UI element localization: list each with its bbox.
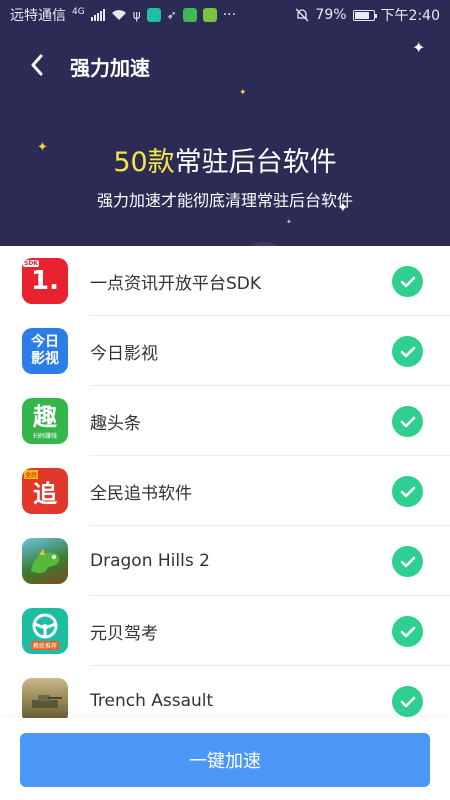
zhuishu-icon: 追 全民 (22, 468, 68, 514)
usb-icon: ψ (132, 8, 141, 22)
checkmark-icon[interactable] (392, 406, 423, 437)
carrier-name: 远特通信 (10, 8, 66, 24)
yidian-icon-glyph: 1. (31, 266, 59, 296)
game-notification-icon (182, 8, 197, 22)
list-item[interactable]: 教练推荐 元贝驾考 (0, 596, 450, 666)
jinri-icon-line1: 今日 (31, 334, 59, 350)
list-item[interactable]: 今日 影视 今日影视 (0, 316, 450, 386)
background-app-count: 50款 (113, 147, 175, 178)
trench-assault-icon (22, 678, 68, 720)
star-decoration-icon: ✦ (286, 218, 292, 226)
star-decoration-icon: ✦ (239, 88, 247, 98)
dragon-hills-icon (22, 538, 68, 584)
header-banner: 强力加速 ✦ ✦ ✦ ✦ ✦ 50款常驻后台软件 强力加速才能彻底清理常驻后台软… (0, 30, 450, 246)
app-name: 趣头条 (90, 413, 141, 434)
list-item[interactable]: 追 全民 全民追书软件 (0, 456, 450, 526)
mute-icon (295, 8, 309, 22)
yidian-icon: 1. SDK (22, 258, 68, 304)
tank-icon (32, 695, 62, 708)
qutoutiao-icon: 趣 扫码赚钱 (22, 398, 68, 444)
back-button[interactable] (22, 50, 52, 80)
jinri-icon-line2: 影视 (31, 351, 59, 367)
battery-percent: 79% (315, 7, 347, 23)
app-name: 全民追书软件 (90, 483, 192, 504)
yuanbei-jiakao-icon: 教练推荐 (22, 608, 68, 654)
list-item[interactable]: Dragon Hills 2 (0, 526, 450, 596)
qu-icon-sub: 扫码赚钱 (32, 432, 57, 440)
status-bar: 远特通信 4G ψ ➶ ··· 79% 下午2:40 (0, 0, 450, 30)
subline: 强力加速才能彻底清理常驻后台软件 (96, 191, 353, 210)
checkmark-icon[interactable] (392, 616, 423, 647)
more-notifications-icon: ··· (222, 7, 237, 23)
checkmark-icon[interactable] (392, 546, 423, 577)
checkmark-icon[interactable] (392, 336, 423, 367)
signal-icon (90, 9, 105, 21)
dragon-icon (31, 549, 60, 574)
app-name: 今日影视 (90, 343, 158, 364)
background-app-list[interactable]: 1. SDK 一点资讯开放平台SDK 今日 影视 今日影视 趣 扫码赚钱 趣头条… (0, 246, 450, 720)
star-decoration-icon: ✦ (412, 38, 426, 57)
network-type: 4G (72, 7, 85, 17)
list-item[interactable]: 趣 扫码赚钱 趣头条 (0, 386, 450, 456)
wifi-icon (111, 10, 126, 20)
steering-wheel-icon (32, 613, 58, 639)
checkmark-icon[interactable] (392, 266, 423, 297)
app-notification-icon (146, 8, 161, 22)
app-name: Trench Assault (90, 691, 214, 711)
list-item[interactable]: 1. SDK 一点资讯开放平台SDK (0, 246, 450, 316)
checkmark-icon[interactable] (392, 476, 423, 507)
yidian-icon-tag: SDK (23, 260, 39, 267)
list-item[interactable]: Trench Assault (0, 666, 450, 720)
page-title: 强力加速 (70, 56, 150, 80)
bottom-bar: 一键加速 (0, 718, 450, 800)
qu-icon-glyph: 趣 (33, 402, 57, 431)
one-tap-accelerate-button[interactable]: 一键加速 (20, 733, 430, 787)
app-name: Dragon Hills 2 (90, 551, 210, 571)
headline-text: 常驻后台软件 (174, 147, 337, 178)
yuanbei-icon-sub: 教练推荐 (30, 641, 59, 650)
clock: 下午2:40 (380, 8, 440, 24)
message-notification-icon (202, 8, 217, 22)
rocket-icon: ➶ (166, 8, 177, 22)
zhui-icon-tag: 全民 (24, 470, 39, 479)
app-name: 一点资讯开放平台SDK (90, 273, 262, 294)
checkmark-icon[interactable] (392, 686, 423, 717)
jinri-yingshi-icon: 今日 影视 (22, 328, 68, 374)
headline: 50款常驻后台软件 (0, 140, 450, 179)
battery-icon (352, 9, 377, 21)
app-name: 元贝驾考 (90, 623, 158, 644)
chevron-left-icon (31, 54, 43, 76)
